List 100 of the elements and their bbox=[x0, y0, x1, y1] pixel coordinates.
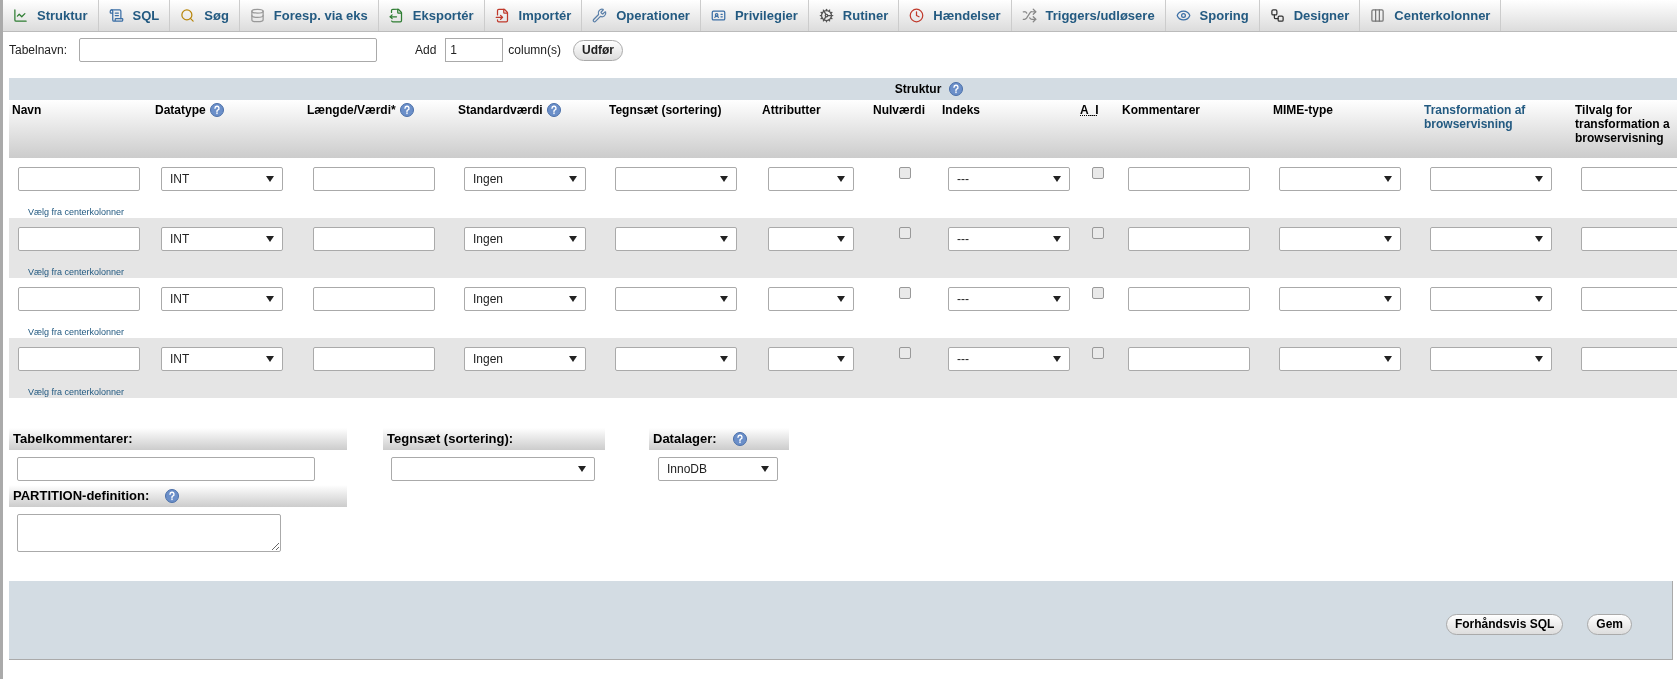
text-field[interactable] bbox=[313, 287, 435, 311]
checkbox[interactable] bbox=[898, 227, 911, 239]
dropdown[interactable] bbox=[391, 457, 595, 481]
help-icon[interactable] bbox=[399, 103, 414, 117]
table-name-field[interactable] bbox=[79, 38, 378, 62]
section-title: Tabelkommentarer: bbox=[13, 430, 133, 449]
dropdown[interactable] bbox=[615, 287, 737, 311]
caret-icon bbox=[266, 236, 274, 242]
help-icon[interactable] bbox=[165, 489, 180, 503]
clock-icon bbox=[909, 8, 925, 23]
partition-field[interactable] bbox=[17, 514, 281, 552]
action-button[interactable]: Forhåndsvis SQL bbox=[1445, 613, 1564, 635]
dropdown[interactable] bbox=[1430, 167, 1552, 191]
dropdown[interactable] bbox=[768, 167, 854, 191]
text-field[interactable] bbox=[18, 287, 140, 311]
text-field[interactable] bbox=[1128, 287, 1250, 311]
text-field[interactable] bbox=[1581, 167, 1677, 191]
caret-icon bbox=[720, 236, 728, 242]
dropdown[interactable] bbox=[768, 347, 854, 371]
dropdown[interactable] bbox=[1430, 227, 1552, 251]
tab[interactable]: Sporing bbox=[1165, 0, 1260, 31]
help-icon[interactable] bbox=[209, 103, 224, 117]
text-field[interactable] bbox=[18, 167, 140, 191]
dropdown[interactable]: INT bbox=[161, 347, 283, 371]
tab[interactable]: SQL bbox=[98, 0, 171, 31]
column-header: Nulværdi bbox=[873, 103, 925, 117]
column-header[interactable]: Transformation af browservisning bbox=[1424, 103, 1569, 131]
dropdown[interactable]: Ingen bbox=[464, 227, 586, 251]
dropdown[interactable]: INT bbox=[161, 287, 283, 311]
help-icon[interactable] bbox=[949, 82, 964, 96]
tab[interactable]: Centerkolonner bbox=[1360, 0, 1502, 31]
dropdown[interactable]: --- bbox=[948, 227, 1070, 251]
text-field[interactable] bbox=[313, 167, 435, 191]
dropdown[interactable]: Ingen bbox=[464, 347, 586, 371]
dropdown[interactable]: Ingen bbox=[464, 167, 586, 191]
dropdown[interactable]: INT bbox=[161, 227, 283, 251]
column-header: Navn bbox=[12, 103, 42, 117]
columns-icon bbox=[1370, 8, 1386, 23]
text-field[interactable] bbox=[1581, 287, 1677, 311]
column-header: Tegnsæt (sortering) bbox=[609, 103, 722, 117]
dropdown[interactable] bbox=[768, 287, 854, 311]
column-count-field[interactable]: 1 bbox=[445, 38, 504, 62]
text-field[interactable] bbox=[1581, 347, 1677, 371]
dropdown[interactable] bbox=[1430, 287, 1552, 311]
tab[interactable]: Triggers/udløsere bbox=[1011, 0, 1166, 31]
execute-button[interactable]: Udfør bbox=[573, 39, 624, 61]
dropdown[interactable] bbox=[615, 167, 737, 191]
link[interactable]: Vælg fra centerkolonner bbox=[28, 207, 125, 217]
dropdown[interactable]: INT bbox=[161, 167, 283, 191]
caret-icon bbox=[266, 296, 274, 302]
link[interactable]: Vælg fra centerkolonner bbox=[28, 267, 125, 277]
text-field[interactable] bbox=[1128, 227, 1250, 251]
dropdown[interactable]: --- bbox=[948, 167, 1070, 191]
text-field[interactable] bbox=[313, 227, 435, 251]
tab[interactable]: Foresp. via eks bbox=[239, 0, 379, 31]
tab[interactable]: Operationer bbox=[582, 0, 701, 31]
action-button[interactable]: Gem bbox=[1587, 613, 1632, 635]
dropdown[interactable] bbox=[1279, 347, 1401, 371]
checkbox[interactable] bbox=[1092, 287, 1104, 299]
tab[interactable]: Struktur bbox=[3, 0, 99, 31]
dropdown[interactable]: InnoDB bbox=[658, 457, 778, 481]
help-icon[interactable] bbox=[732, 432, 747, 446]
caret-icon bbox=[569, 296, 577, 302]
column-header: Datatype bbox=[155, 103, 206, 117]
link[interactable]: Vælg fra centerkolonner bbox=[28, 327, 125, 337]
dropdown[interactable] bbox=[768, 227, 854, 251]
checkbox[interactable] bbox=[1092, 227, 1104, 239]
dropdown[interactable] bbox=[615, 227, 737, 251]
checkbox[interactable] bbox=[898, 347, 911, 359]
text-field[interactable] bbox=[1581, 227, 1677, 251]
text-field[interactable] bbox=[18, 227, 140, 251]
tab[interactable]: Hændelser bbox=[899, 0, 1012, 31]
checkbox[interactable] bbox=[898, 167, 911, 179]
comment-field[interactable] bbox=[17, 457, 315, 481]
dropdown[interactable]: Ingen bbox=[464, 287, 586, 311]
text-field[interactable] bbox=[313, 347, 435, 371]
text-field[interactable] bbox=[18, 347, 140, 371]
dropdown[interactable] bbox=[1279, 167, 1401, 191]
tab[interactable]: Designer bbox=[1259, 0, 1361, 31]
dropdown[interactable]: --- bbox=[948, 287, 1070, 311]
text-field[interactable] bbox=[1128, 167, 1250, 191]
text-field[interactable] bbox=[1128, 347, 1250, 371]
tab[interactable]: Privilegier bbox=[700, 0, 809, 31]
tab[interactable]: Importér bbox=[484, 0, 583, 31]
dropdown[interactable] bbox=[615, 347, 737, 371]
help-icon[interactable] bbox=[546, 103, 561, 117]
chart-icon bbox=[13, 8, 28, 23]
tab[interactable]: Eksportér bbox=[378, 0, 485, 31]
link[interactable]: Vælg fra centerkolonner bbox=[28, 387, 125, 397]
tab[interactable]: Rutiner bbox=[808, 0, 900, 31]
tab[interactable]: Søg bbox=[170, 0, 240, 31]
dropdown[interactable]: --- bbox=[948, 347, 1070, 371]
checkbox[interactable] bbox=[1092, 347, 1104, 359]
caret-icon bbox=[837, 236, 845, 242]
dropdown[interactable] bbox=[1430, 347, 1552, 371]
checkbox[interactable] bbox=[1092, 167, 1104, 179]
checkbox[interactable] bbox=[898, 287, 911, 299]
dropdown[interactable] bbox=[1279, 287, 1401, 311]
dropdown[interactable] bbox=[1279, 227, 1401, 251]
caret-icon bbox=[1535, 236, 1543, 242]
